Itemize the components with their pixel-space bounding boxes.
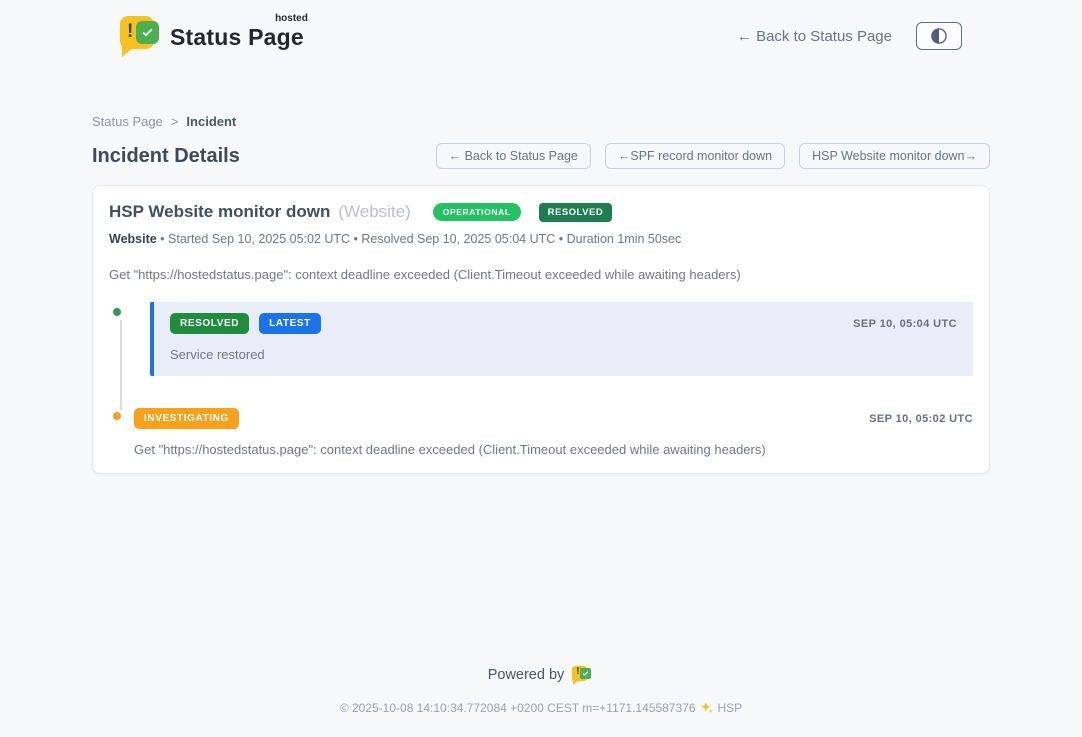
- prev-incident-button[interactable]: ←SPF record monitor down: [605, 143, 785, 169]
- timeline-entry-investigating: INVESTIGATING SEP 10, 05:02 UTC Get "htt…: [109, 406, 973, 457]
- incident-title: HSP Website monitor down: [109, 202, 330, 222]
- timeline-entry-resolved: RESOLVED LATEST SEP 10, 05:04 UTC Servic…: [109, 302, 973, 376]
- incident-card: HSP Website monitor down (Website) OPERA…: [92, 185, 990, 474]
- resolved-update-badge: RESOLVED: [170, 313, 249, 334]
- update-message: Get "https://hostedstatus.page": context…: [134, 442, 973, 457]
- logo-text: Status Page: [170, 24, 304, 50]
- check-icon: [580, 668, 591, 679]
- investigating-update-badge: INVESTIGATING: [134, 408, 239, 429]
- latest-update-badge: LATEST: [259, 313, 321, 334]
- timeline-entry-plain: INVESTIGATING SEP 10, 05:02 UTC Get "htt…: [134, 406, 973, 457]
- sparkles-icon: [700, 701, 714, 715]
- logo-superscript: hosted: [275, 13, 308, 24]
- check-icon: [136, 21, 159, 44]
- header: ! Status Page hosted ← Back to Status Pa…: [0, 0, 1082, 68]
- status-page-logo-icon: !: [120, 16, 160, 56]
- update-timestamp: SEP 10, 05:04 UTC: [853, 318, 957, 330]
- circle-half-icon: [930, 27, 948, 45]
- copyright-text: © 2025-10-08 14:10:34.772084 +0200 CEST …: [340, 701, 696, 715]
- footer: Powered by ! © 2025-10-08 14:10:34.77208…: [0, 665, 1082, 737]
- operational-badge: OPERATIONAL: [433, 203, 521, 221]
- breadcrumb: Status Page > Incident: [92, 114, 990, 129]
- incident-meta-component: Website: [109, 232, 157, 246]
- timeline-dot-green: [110, 305, 124, 319]
- status-page-mini-logo-icon[interactable]: !: [572, 665, 594, 685]
- theme-toggle-button[interactable]: [916, 22, 962, 50]
- update-message: Service restored: [170, 347, 957, 362]
- incident-description: Get "https://hostedstatus.page": context…: [109, 267, 973, 282]
- app-logo[interactable]: ! Status Page hosted: [120, 16, 304, 56]
- incident-meta: Website • Started Sep 10, 2025 05:02 UTC…: [109, 232, 973, 246]
- back-to-status-page-button[interactable]: ← Back to Status Page: [436, 143, 591, 169]
- header-back-link[interactable]: ← Back to Status Page: [737, 28, 892, 45]
- timeline-entry-box: RESOLVED LATEST SEP 10, 05:04 UTC Servic…: [150, 302, 973, 376]
- incident-nav-buttons: ← Back to Status Page ←SPF record monito…: [436, 143, 990, 169]
- next-incident-button[interactable]: HSP Website monitor down→: [799, 143, 990, 169]
- breadcrumb-incident: Incident: [186, 114, 236, 129]
- incident-timeline: RESOLVED LATEST SEP 10, 05:04 UTC Servic…: [109, 302, 973, 457]
- powered-by-label: Powered by: [488, 667, 565, 683]
- resolved-badge: RESOLVED: [539, 203, 613, 222]
- breadcrumb-status-page[interactable]: Status Page: [92, 114, 163, 129]
- timeline-dot-orange: [110, 409, 124, 423]
- incident-meta-dates: • Started Sep 10, 2025 05:02 UTC • Resol…: [157, 232, 682, 246]
- incident-component: (Website): [338, 202, 410, 222]
- main-content: Status Page > Incident Incident Details …: [92, 114, 990, 665]
- copyright-line: © 2025-10-08 14:10:34.772084 +0200 CEST …: [0, 701, 1082, 715]
- breadcrumb-separator: >: [171, 114, 179, 129]
- copyright-suffix: HSP: [718, 701, 743, 715]
- update-timestamp: SEP 10, 05:02 UTC: [869, 413, 973, 425]
- page-title: Incident Details: [92, 145, 240, 168]
